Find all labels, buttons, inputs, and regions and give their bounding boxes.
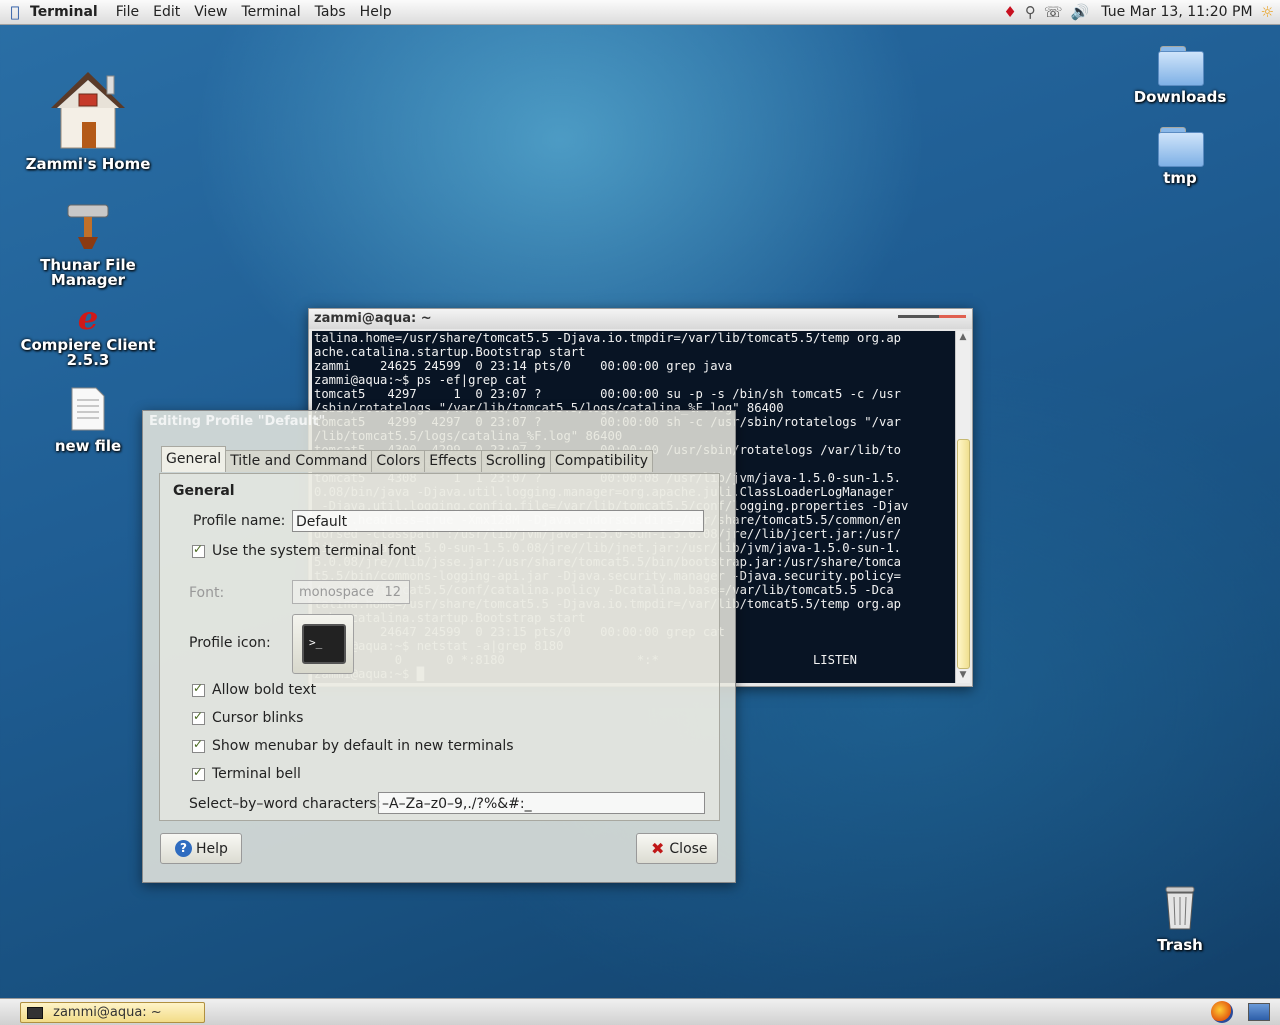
text-file-icon (13, 386, 163, 435)
use-system-font-checkbox[interactable]: Use the system terminal font (192, 542, 416, 559)
cursor-blinks-checkbox[interactable]: Cursor blinks (192, 709, 304, 726)
folder-icon (1158, 46, 1204, 86)
desktop-icon-label: Trash (1157, 936, 1203, 954)
tab-title-and-command[interactable]: Title and Command (225, 450, 373, 472)
desktop-icon-new-file[interactable]: new file (13, 386, 163, 454)
desktop-icon-home[interactable]: Zammi's Home (13, 70, 163, 172)
apple-menu-icon[interactable]:  (0, 3, 30, 21)
home-icon (13, 70, 163, 153)
weather-icon[interactable]: ☼ (1261, 3, 1274, 21)
section-heading: General (173, 483, 235, 499)
checkbox-checked-icon (192, 542, 205, 558)
menu-view[interactable]: View (194, 4, 227, 20)
close-icon: ✖ (651, 839, 665, 858)
firefox-icon[interactable] (1211, 1001, 1233, 1023)
tab-effects[interactable]: Effects (424, 450, 482, 472)
font-name: monospace (299, 585, 374, 600)
scroll-up-icon[interactable]: ▲ (958, 332, 968, 344)
terminal-bell-label: Terminal bell (212, 766, 301, 782)
font-picker-button[interactable]: monospace 12 (292, 580, 410, 604)
clock[interactable]: Tue Mar 13, 11:20 PM (1101, 4, 1252, 20)
tab-colors[interactable]: Colors (371, 450, 426, 472)
font-size: 12 (384, 585, 401, 600)
tab-general[interactable]: General (161, 446, 227, 472)
editing-profile-dialog[interactable]: Editing Profile "Default" General Title … (142, 410, 736, 883)
volume-icon[interactable]: 🔊 (1071, 3, 1090, 21)
profile-icon-label: Profile icon: (189, 635, 271, 651)
desktop-icon-compiere[interactable]: e Compiere Client 2.5.3 (13, 302, 163, 368)
checkbox-checked-icon (192, 765, 205, 781)
desktop-icon-tmp[interactable]: tmp (1105, 127, 1255, 186)
allow-bold-label: Allow bold text (212, 682, 317, 698)
terminal-scrollbar[interactable]: ▲ ▼ (955, 331, 970, 683)
tab-compatibility[interactable]: Compatibility (549, 450, 654, 472)
use-system-font-label: Use the system terminal font (212, 543, 416, 559)
desktop-icon-label: tmp (1163, 169, 1197, 187)
phone-icon[interactable]: ☏ (1044, 3, 1063, 21)
workspace-switcher-icon[interactable] (1248, 1003, 1270, 1021)
desktop-icon-label: Thunar File Manager (40, 256, 136, 289)
file-manager-icon (13, 203, 163, 254)
desktop-icon-label: Downloads (1133, 88, 1227, 106)
terminal-titlebar[interactable]: zammi@aqua: ~ (309, 309, 972, 329)
show-menubar-checkbox[interactable]: Show menubar by default in new terminals (192, 737, 514, 754)
system-tray: ♦ ⚲ ☏ 🔊 Tue Mar 13, 11:20 PM ☼ (1003, 0, 1274, 24)
cursor-blinks-label: Cursor blinks (212, 710, 304, 726)
help-icon: ? (175, 840, 192, 857)
desktop-icon-trash[interactable]: Trash (1105, 885, 1255, 953)
desktop-icon-downloads[interactable]: Downloads (1105, 46, 1255, 105)
select-word-label: Select–by–word characters: (189, 796, 382, 812)
close-button-label: Close (669, 840, 708, 857)
select-word-field[interactable]: –A–Za–z0–9,./?%&#:_ (378, 792, 705, 814)
terminal-title: zammi@aqua: ~ (314, 311, 432, 326)
window-controls[interactable] (898, 315, 966, 318)
menu-help[interactable]: Help (360, 4, 392, 20)
dialog-title: Editing Profile "Default" (149, 414, 326, 429)
tab-bar: General Title and Command Colors Effects… (161, 446, 654, 472)
terminal-icon: >_ (302, 624, 346, 664)
scroll-down-icon[interactable]: ▼ (958, 670, 968, 682)
allow-bold-checkbox[interactable]: Allow bold text (192, 681, 317, 698)
close-button[interactable]: ✖ Close (636, 833, 718, 864)
desktop-icon-thunar[interactable]: Thunar File Manager (13, 203, 163, 288)
compiere-icon: e (77, 299, 99, 337)
app-name[interactable]: Terminal (30, 4, 98, 20)
help-button-label: Help (196, 840, 228, 857)
font-label: Font: (189, 585, 225, 601)
ruby-icon[interactable]: ♦ (1003, 3, 1016, 21)
menu-edit[interactable]: Edit (153, 4, 180, 20)
menu-terminal[interactable]: Terminal (242, 4, 301, 20)
help-button[interactable]: ? Help (160, 833, 242, 864)
checkbox-checked-icon (192, 681, 205, 697)
folder-icon (1158, 127, 1204, 167)
checkbox-checked-icon (192, 709, 205, 725)
search-icon[interactable]: ⚲ (1025, 3, 1036, 21)
desktop-icon-label: Zammi's Home (25, 155, 151, 173)
show-menubar-label: Show menubar by default in new terminals (212, 738, 514, 754)
profile-name-field[interactable]: Default (292, 510, 704, 532)
bottom-panel: zammi@aqua: ~ (0, 998, 1280, 1025)
taskbar-entry-label: zammi@aqua: ~ (53, 1005, 162, 1020)
taskbar-entry-terminal[interactable]: zammi@aqua: ~ (20, 1002, 205, 1023)
terminal-bell-checkbox[interactable]: Terminal bell (192, 765, 301, 782)
menu-file[interactable]: File (116, 4, 139, 20)
scrollbar-thumb[interactable] (957, 439, 970, 669)
general-tab-panel: General Profile name: Default Use the sy… (159, 473, 720, 821)
trash-icon (1105, 885, 1255, 934)
profile-name-label: Profile name: (193, 513, 286, 529)
tab-scrolling[interactable]: Scrolling (480, 450, 551, 472)
checkbox-checked-icon (192, 737, 205, 753)
menu-tabs[interactable]: Tabs (315, 4, 346, 20)
desktop-icon-label: Compiere Client 2.5.3 (20, 336, 156, 369)
top-panel:  Terminal File Edit View Terminal Tabs … (0, 0, 1280, 25)
terminal-small-icon (27, 1006, 43, 1019)
desktop-icon-label: new file (54, 437, 122, 455)
profile-icon-button[interactable]: >_ (292, 614, 354, 674)
